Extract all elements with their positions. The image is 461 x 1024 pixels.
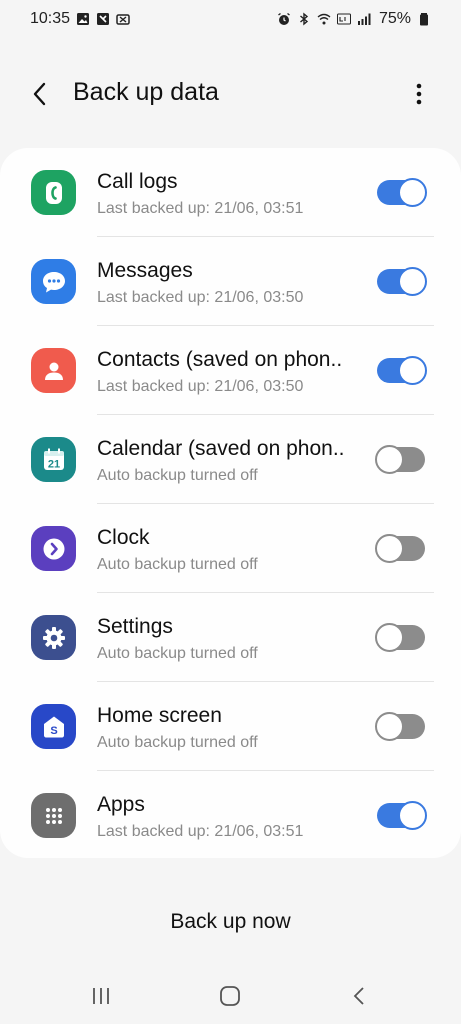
calendar-icon: 21 [31, 437, 76, 482]
item-label: Contacts (saved on phon.. [97, 348, 343, 371]
toggle-knob [375, 712, 404, 741]
item-label: Apps [97, 793, 145, 816]
list-item-settings[interactable]: Settings Auto backup turned off [0, 593, 461, 682]
back-icon [353, 987, 364, 1005]
toggle-contacts[interactable] [377, 356, 427, 385]
list-item-call-logs[interactable]: Call logs Last backed up: 21/06, 03:51 [0, 148, 461, 237]
toggle-knob [398, 178, 427, 207]
list-item-contacts[interactable]: Contacts (saved on phon.. Last backed up… [0, 326, 461, 415]
item-status: Last backed up: 21/06, 03:51 [97, 200, 304, 217]
navigation-bar [0, 968, 461, 1024]
gear-icon [31, 615, 76, 660]
wallet-icon [116, 12, 130, 26]
item-status: Last backed up: 21/06, 03:50 [97, 289, 304, 306]
alarm-icon [277, 12, 291, 26]
home-screen-icon: S [31, 704, 76, 749]
home-button[interactable] [212, 980, 248, 1012]
toggle-knob [375, 445, 404, 474]
item-status: Auto backup turned off [97, 556, 258, 573]
toggle-knob [375, 623, 404, 652]
list-item-messages[interactable]: Messages Last backed up: 21/06, 03:50 [0, 237, 461, 326]
item-label: Calendar (saved on phon.. [97, 437, 345, 460]
item-status: Auto backup turned off [97, 645, 258, 662]
toggle-settings[interactable] [375, 623, 425, 652]
item-label: Home screen [97, 704, 222, 727]
recent-apps-button[interactable] [83, 980, 119, 1012]
signal-icon [357, 12, 371, 26]
toggle-knob [398, 267, 427, 296]
toggle-messages[interactable] [377, 267, 427, 296]
volte-icon [336, 12, 351, 26]
app-icon [96, 12, 110, 26]
toggle-apps[interactable] [377, 801, 427, 830]
page-title: Back up data [73, 78, 219, 106]
battery-icon [417, 12, 431, 26]
toggle-knob [375, 534, 404, 563]
item-label: Clock [97, 526, 150, 549]
person-icon [31, 348, 76, 393]
clock-icon [31, 526, 76, 571]
list-item-clock[interactable]: Clock Auto backup turned off [0, 504, 461, 593]
item-status: Last backed up: 21/06, 03:50 [97, 378, 304, 395]
battery-percent: 75% [378, 10, 411, 27]
toggle-call-logs[interactable] [377, 178, 427, 207]
status-bar: 10:35 75% [0, 0, 461, 38]
back-button[interactable] [22, 76, 58, 112]
item-label: Call logs [97, 170, 178, 193]
chevron-left-icon [33, 82, 46, 106]
list-item-home-screen[interactable]: S Home screen Auto backup turned off [0, 682, 461, 771]
chat-bubble-icon [31, 259, 76, 304]
item-status: Auto backup turned off [97, 467, 258, 484]
bluetooth-icon [297, 12, 311, 26]
list-item-calendar[interactable]: 21 Calendar (saved on phon.. Auto backup… [0, 415, 461, 504]
more-options-button[interactable] [401, 76, 437, 112]
nav-back-button[interactable] [342, 980, 378, 1012]
item-status: Last backed up: 21/06, 03:51 [97, 823, 304, 840]
item-status: Auto backup turned off [97, 734, 258, 751]
back-up-now-button[interactable]: Back up now [0, 910, 461, 934]
home-screen-letter: S [50, 725, 57, 737]
toggle-clock[interactable] [375, 534, 425, 563]
list-item-apps[interactable]: Apps Last backed up: 21/06, 03:51 [0, 771, 461, 860]
calendar-day-text: 21 [47, 458, 59, 470]
toggle-knob [398, 356, 427, 385]
item-label: Messages [97, 259, 193, 282]
gallery-icon [76, 12, 90, 26]
toggle-home-screen[interactable] [375, 712, 425, 741]
more-vertical-icon [416, 83, 422, 105]
apps-grid-icon [31, 793, 76, 838]
status-left: 10:35 [30, 10, 130, 28]
status-right: 75% [277, 10, 431, 28]
recent-apps-icon [93, 988, 109, 1004]
item-label: Settings [97, 615, 173, 638]
toggle-knob [398, 801, 427, 830]
home-icon [220, 986, 240, 1006]
status-time: 10:35 [30, 10, 71, 27]
toggle-calendar[interactable] [375, 445, 425, 474]
app-bar: Back up data [0, 62, 461, 126]
backup-items-card: Call logs Last backed up: 21/06, 03:51 M… [0, 148, 461, 858]
wifi-icon [317, 12, 331, 26]
phone-icon [31, 170, 76, 215]
